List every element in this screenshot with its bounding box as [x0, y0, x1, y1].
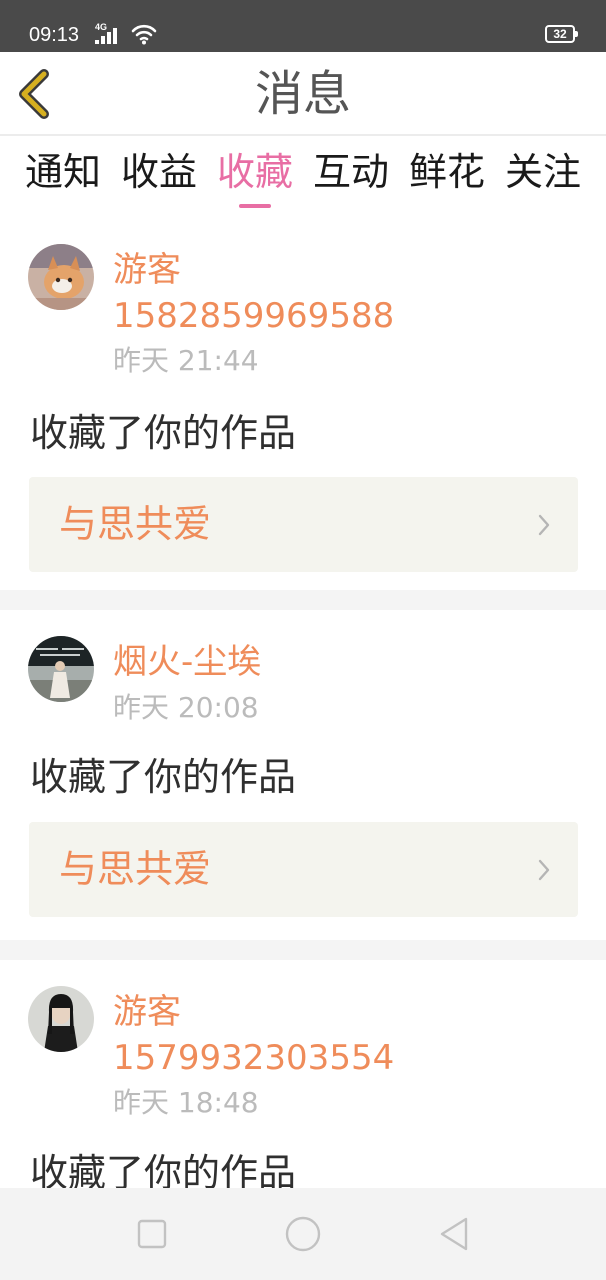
list-item: 烟火-尘埃 昨天 20:08 收藏了你的作品 与思共爱: [0, 610, 606, 940]
chevron-right-icon: [538, 859, 550, 881]
status-bar: 09:13 4G 32: [0, 0, 606, 52]
work-link[interactable]: 与思共爱: [29, 477, 578, 572]
tab-interactions[interactable]: 互动: [303, 148, 399, 196]
action-text: 收藏了你的作品: [30, 1151, 297, 1188]
user-id: 1582859969588: [113, 296, 395, 336]
system-navigation-bar: [0, 1188, 606, 1280]
action-text: 收藏了你的作品: [30, 755, 297, 799]
list-item: 游客 1582859969588 昨天 21:44 收藏了你的作品 与思共爱: [0, 222, 606, 590]
divider: [0, 940, 606, 960]
battery-icon: 32: [545, 25, 578, 43]
work-link[interactable]: 与思共爱: [29, 822, 578, 917]
timestamp: 昨天 21:44: [113, 344, 259, 377]
man-photo-avatar: [28, 986, 94, 1052]
wifi-icon: [131, 23, 157, 45]
avatar[interactable]: [28, 244, 94, 310]
cat-photo-avatar: [28, 244, 94, 310]
signal-icon: 4G: [95, 22, 125, 44]
avatar[interactable]: [28, 636, 94, 702]
chevron-right-icon: [538, 514, 550, 536]
tab-follows[interactable]: 关注: [495, 148, 591, 196]
home-circle-icon[interactable]: [283, 1214, 323, 1254]
tab-bar: 通知 收益 收藏 互动 鲜花 关注: [0, 138, 606, 222]
status-time: 09:13: [29, 24, 80, 46]
header: 消息: [0, 52, 606, 136]
message-list[interactable]: 游客 1582859969588 昨天 21:44 收藏了你的作品 与思共爱 烟…: [0, 222, 606, 1188]
page-title: 消息: [254, 66, 351, 122]
username[interactable]: 游客: [113, 248, 181, 292]
avatar[interactable]: [28, 986, 94, 1052]
tab-flowers[interactable]: 鲜花: [399, 148, 495, 196]
network-type: 4G: [95, 22, 108, 32]
user-id: 1579932303554: [113, 1038, 395, 1078]
tab-favorites[interactable]: 收藏: [207, 148, 303, 196]
active-tab-indicator: [239, 204, 271, 208]
tab-earnings[interactable]: 收益: [111, 148, 207, 196]
action-text: 收藏了你的作品: [30, 411, 297, 455]
work-title: 与思共爱: [59, 847, 212, 891]
username[interactable]: 烟火-尘埃: [113, 640, 261, 684]
list-item: 游客 1579932303554 昨天 18:48 收藏了你的作品: [0, 960, 606, 1188]
tab-notifications[interactable]: 通知: [15, 148, 111, 196]
recents-square-icon[interactable]: [132, 1214, 172, 1254]
username[interactable]: 游客: [113, 990, 181, 1034]
timestamp: 昨天 20:08: [113, 691, 259, 724]
work-title: 与思共爱: [59, 502, 212, 546]
girl-photo-avatar: [28, 636, 94, 702]
timestamp: 昨天 18:48: [113, 1086, 259, 1119]
back-triangle-icon[interactable]: [434, 1214, 474, 1254]
divider: [0, 590, 606, 610]
